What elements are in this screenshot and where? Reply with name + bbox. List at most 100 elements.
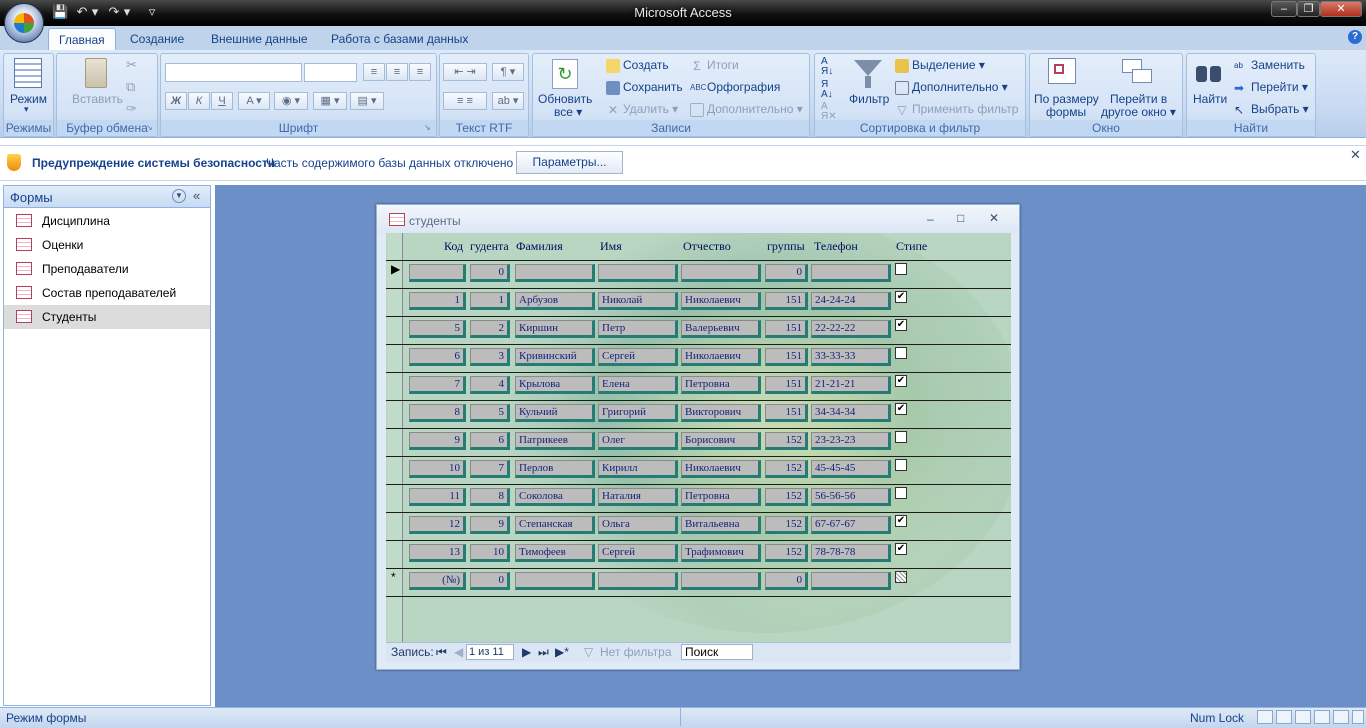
field-middle-name[interactable] [681,572,761,590]
tab-home[interactable]: Главная [48,28,116,50]
field-phone[interactable]: 24-24-24 [811,292,891,310]
clear-sort-icon[interactable]: A Я✕ [821,102,837,122]
field-first-name[interactable]: Сергей [598,348,678,366]
font-launcher-icon[interactable]: ↘ [424,123,431,132]
field-middle-name[interactable]: Петровна [681,376,761,394]
stipend-checkbox[interactable] [895,347,907,359]
field-code[interactable]: 11 [409,488,466,506]
highlight-icon[interactable]: ab ▾ [492,92,524,110]
field-last-name[interactable]: Арбузов [515,292,595,310]
field-first-name[interactable]: Сергей [598,544,678,562]
align-center-icon[interactable]: ≡ [386,63,408,81]
stipend-checkbox[interactable]: ✔ [895,403,907,415]
field-phone[interactable]: 78-78-78 [811,544,891,562]
field-first-name[interactable] [598,572,678,590]
field-code[interactable]: 12 [409,516,466,534]
field-group[interactable]: 152 [765,516,808,534]
align-right-icon[interactable]: ≡ [409,63,431,81]
field-last-name[interactable] [515,264,595,282]
field-group[interactable]: 152 [765,488,808,506]
new-record-nav-icon[interactable]: ▶* [555,645,569,659]
field-code[interactable]: 7 [409,376,466,394]
field-code[interactable] [409,264,466,282]
field-phone[interactable]: 45-45-45 [811,460,891,478]
field-middle-name[interactable]: Николаевич [681,460,761,478]
tab-database-tools[interactable]: Работа с базами данных [321,28,478,50]
stipend-checkbox[interactable] [895,431,907,443]
field-code[interactable]: 1 [409,292,466,310]
field-group[interactable]: 152 [765,460,808,478]
apply-filter-button[interactable]: ▽ Применить фильтр [895,102,1018,117]
field-first-name[interactable] [598,264,678,282]
field-group[interactable]: 151 [765,292,808,310]
field-middle-name[interactable]: Николаевич [681,348,761,366]
field-code[interactable]: 13 [409,544,466,562]
layout-view-icon[interactable] [1333,710,1349,724]
field-group[interactable]: 0 [765,264,808,282]
nav-item-teacher-staff[interactable]: Состав преподавателей [4,281,210,305]
tab-external-data[interactable]: Внешние данные [201,28,318,50]
spelling-button[interactable]: ABCОрфография [690,80,780,95]
filter-status[interactable]: Нет фильтра [600,645,672,659]
field-phone[interactable]: 23-23-23 [811,432,891,450]
field-middle-name[interactable]: Валерьевич [681,320,761,338]
stipend-checkbox[interactable]: ✔ [895,319,907,331]
field-first-name[interactable]: Григорий [598,404,678,422]
field-first-name[interactable]: Елена [598,376,678,394]
minimize-icon[interactable]: – [1271,1,1297,17]
view-mode-icon[interactable] [14,58,42,88]
refresh-all-button[interactable]: Обновить [538,92,592,106]
align-left-icon[interactable]: ≡ [363,63,385,81]
pivotchart-view-icon[interactable] [1314,710,1330,724]
field-middle-name[interactable]: Николаевич [681,292,761,310]
no-filter-icon[interactable]: ▽ [584,645,593,659]
paste-button[interactable]: Вставить [72,92,123,106]
field-student-number[interactable]: 5 [470,404,510,422]
delete-record-button[interactable]: ✕ Удалить ▾ [606,102,678,117]
field-student-number[interactable]: 9 [470,516,510,534]
field-last-name[interactable]: Киршин [515,320,595,338]
design-view-icon[interactable] [1352,710,1364,724]
field-phone[interactable]: 67-67-67 [811,516,891,534]
datasheet-view-icon[interactable] [1276,710,1292,724]
field-code[interactable]: 9 [409,432,466,450]
current-record-icon[interactable]: ▶ [391,262,400,276]
find-button[interactable]: Найти [1193,92,1227,106]
restore-icon[interactable]: ❐ [1297,1,1320,17]
field-middle-name[interactable]: Борисович [681,432,761,450]
field-student-number[interactable]: 1 [470,292,510,310]
cut-icon[interactable]: ✂ [126,57,137,73]
new-record-button[interactable]: Создать [606,58,669,73]
indent-icon[interactable]: ⇤ ⇥ [443,63,487,81]
stipend-checkbox[interactable] [895,487,907,499]
field-group[interactable]: 151 [765,376,808,394]
more-records-button[interactable]: Дополнительно ▾ [690,102,803,117]
selection-button[interactable]: Выделение ▾ [895,58,985,73]
field-code[interactable]: (№) [409,572,466,590]
field-phone[interactable] [811,264,891,282]
field-middle-name[interactable]: Петровна [681,488,761,506]
field-first-name[interactable]: Олег [598,432,678,450]
field-phone[interactable]: 34-34-34 [811,404,891,422]
switch-windows-icon[interactable] [1122,59,1154,85]
stipend-checkbox[interactable]: ✔ [895,291,907,303]
sort-descending-icon[interactable]: Я A↓ [821,80,833,100]
field-group[interactable]: 151 [765,404,808,422]
stipend-checkbox[interactable] [895,571,907,583]
field-last-name[interactable]: Кривинский [515,348,595,366]
form-maximize-icon[interactable]: □ [957,211,964,225]
form-titlebar[interactable] [377,205,1019,233]
nav-item-students[interactable]: Студенты [4,305,210,329]
font-color-icon[interactable]: A ▾ [238,92,270,110]
form-close-icon[interactable]: ✕ [989,211,999,225]
font-size-combo[interactable] [304,63,357,82]
field-code[interactable]: 6 [409,348,466,366]
font-name-combo[interactable] [165,63,302,82]
record-position-field[interactable]: 1 из 11 [466,644,514,660]
next-record-icon[interactable]: ▶ [522,645,531,659]
field-student-number[interactable]: 3 [470,348,510,366]
field-student-number[interactable]: 6 [470,432,510,450]
field-first-name[interactable]: Ольга [598,516,678,534]
help-icon[interactable]: ? [1348,30,1362,44]
field-first-name[interactable]: Петр [598,320,678,338]
